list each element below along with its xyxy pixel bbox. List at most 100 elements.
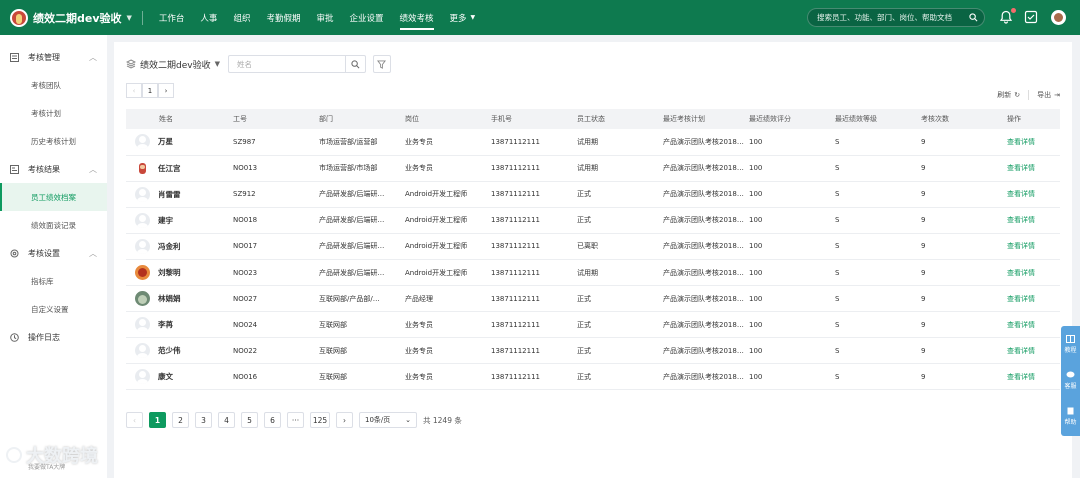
page-size-select[interactable]: 10条/页 ⌄ <box>359 412 417 428</box>
cell-post: Android开发工程师 <box>405 259 491 287</box>
page-button[interactable]: 2 <box>172 412 189 428</box>
view-details-link[interactable]: 查看详情 <box>1007 190 1035 198</box>
sidebar-group-review-management[interactable]: 考核管理 ︿ <box>0 43 107 71</box>
cell-plan: 产品演示团队考核2018Q1 <box>663 259 749 287</box>
company-logo[interactable] <box>10 8 28 27</box>
nav-item-attendance[interactable]: 考勤假期 <box>258 0 308 35</box>
cell-grade: S <box>835 129 921 156</box>
cell-count: 9 <box>921 155 1007 182</box>
sidebar-group-review-settings[interactable]: 考核设置 ︿ <box>0 239 107 267</box>
sidebar-item-review-plan[interactable]: 考核计划 <box>0 99 107 127</box>
avatar <box>135 160 150 176</box>
page-button[interactable]: 3 <box>195 412 212 428</box>
customer-service-button[interactable]: 客服 <box>1061 362 1080 398</box>
nav-item-settings[interactable]: 企业设置 <box>341 0 391 35</box>
sidebar-item-indicator-library[interactable]: 指标库 <box>0 267 107 295</box>
cell-phone: 13871112111 <box>491 129 577 156</box>
cell-plan: 产品演示团队考核2018Q1 <box>663 233 749 260</box>
cell-id: SZ912 <box>233 181 319 208</box>
view-details-link[interactable]: 查看详情 <box>1007 373 1035 381</box>
app-title[interactable]: 绩效二期dev验收 <box>33 10 122 26</box>
cell-id: NO017 <box>233 233 319 260</box>
view-details-link[interactable]: 查看详情 <box>1007 321 1035 329</box>
cell-dept: 互联网部 <box>319 363 405 391</box>
prev-page-button[interactable]: ‹ <box>126 412 143 428</box>
nav-item-more[interactable]: 更多 ▼ <box>442 0 484 35</box>
col-header: 手机号 <box>491 109 577 129</box>
caret-down-icon: ▼ <box>214 60 220 68</box>
next-page-button[interactable]: › <box>336 412 353 428</box>
sidebar-group-label: 考核设置 <box>28 248 60 258</box>
employee-name: 康文 <box>158 372 173 382</box>
page-button[interactable]: 1 <box>149 412 166 428</box>
cell-plan: 产品演示团队考核2018Q1 <box>663 207 749 234</box>
cell-post: Android开发工程师 <box>405 181 491 208</box>
page-button[interactable]: 6 <box>264 412 281 428</box>
nav-item-hr[interactable]: 人事 <box>192 0 225 35</box>
cell-plan: 产品演示团队考核2018Q1 <box>663 363 749 391</box>
view-details-link[interactable]: 查看详情 <box>1007 269 1035 277</box>
search-icon[interactable] <box>969 13 978 22</box>
avatar <box>135 238 150 254</box>
refresh-button[interactable]: 刷新 ↻ <box>997 90 1020 100</box>
view-details-link[interactable]: 查看详情 <box>1007 242 1035 250</box>
page-button[interactable]: 5 <box>241 412 258 428</box>
employee-name: 任江宫 <box>158 163 181 173</box>
cell-action: 查看详情 <box>1007 311 1060 339</box>
nav-item-workbench[interactable]: 工作台 <box>151 0 193 35</box>
page-ellipsis[interactable]: ··· <box>287 412 304 428</box>
prev-page-button[interactable]: ‹ <box>126 83 142 98</box>
nav-item-approval[interactable]: 审批 <box>308 0 341 35</box>
org-selector[interactable]: 绩效二期dev验收 ▼ <box>126 58 220 71</box>
employee-name-cell: 范少伟 <box>126 343 229 359</box>
tutorial-button[interactable]: 教程 <box>1061 326 1080 362</box>
export-button[interactable]: 导出 ⇥ <box>1037 90 1060 100</box>
view-details-link[interactable]: 查看详情 <box>1007 347 1035 355</box>
sidebar-group-label: 操作日志 <box>28 332 60 342</box>
next-page-button[interactable]: › <box>158 83 174 98</box>
name-search-input[interactable]: 姓名 <box>227 55 366 73</box>
sidebar-group-review-results[interactable]: 考核结果 ︿ <box>0 155 107 183</box>
page-button[interactable]: 125 <box>310 412 330 428</box>
sidebar-item-interview-records[interactable]: 绩效面谈记录 <box>0 211 107 239</box>
sidebar-item-employee-archive[interactable]: 员工绩效档案 <box>0 183 107 211</box>
nav-item-org[interactable]: 组织 <box>225 0 258 35</box>
chevron-down-icon[interactable]: ▼ <box>127 14 132 22</box>
cell-grade: S <box>835 311 921 339</box>
sidebar-group-operation-log[interactable]: 操作日志 <box>0 323 107 351</box>
notification-badge <box>1011 8 1016 13</box>
main-content: 绩效二期dev验收 ▼ 姓名 ‹ 1 › 刷新 ↻ 导出 ⇥ 姓名 工号 部门 岗位… <box>114 42 1072 478</box>
view-details-link[interactable]: 查看详情 <box>1007 216 1035 224</box>
page-button[interactable]: 4 <box>218 412 235 428</box>
org-selector-label: 绩效二期dev验收 <box>140 60 211 71</box>
view-details-link[interactable]: 查看详情 <box>1007 138 1035 146</box>
cell-status: 试用期 <box>577 129 663 156</box>
user-avatar[interactable] <box>1051 10 1066 25</box>
global-search-input[interactable]: 搜索员工、功能、部门、岗位、帮助文档 <box>807 8 985 27</box>
employee-name-cell: 肖雷雷 <box>126 186 229 202</box>
cell-grade: S <box>835 259 921 287</box>
layers-icon <box>126 59 136 69</box>
filter-icon[interactable] <box>372 55 391 73</box>
employee-name-cell: 林娟娟 <box>126 291 229 307</box>
view-details-link[interactable]: 查看详情 <box>1007 164 1035 172</box>
page-size-label: 10条/页 <box>365 416 391 424</box>
search-icon[interactable] <box>344 56 365 72</box>
cell-grade: S <box>835 181 921 208</box>
view-details-link[interactable]: 查看详情 <box>1007 295 1035 303</box>
nav-item-more-label: 更多 <box>449 13 467 24</box>
sidebar-group-label: 考核管理 <box>28 52 60 62</box>
cell-name: 范少伟 <box>126 337 233 365</box>
cell-grade: S <box>835 207 921 234</box>
tutorial-label: 教程 <box>1064 346 1077 354</box>
sidebar-group-label: 考核结果 <box>28 164 60 174</box>
sidebar-item-history-plan[interactable]: 历史考核计划 <box>0 127 107 155</box>
employee-name: 肖雷雷 <box>158 189 181 199</box>
task-check-icon[interactable] <box>1024 10 1038 24</box>
nav-item-performance[interactable]: 绩效考核 <box>392 0 442 35</box>
cell-post: 业务专员 <box>405 311 491 339</box>
help-button[interactable]: 帮助 <box>1061 398 1080 434</box>
sidebar-item-custom-settings[interactable]: 自定义设置 <box>0 295 107 323</box>
sidebar-item-review-team[interactable]: 考核团队 <box>0 71 107 99</box>
search-placeholder: 搜索员工、功能、部门、岗位、帮助文档 <box>817 13 952 22</box>
